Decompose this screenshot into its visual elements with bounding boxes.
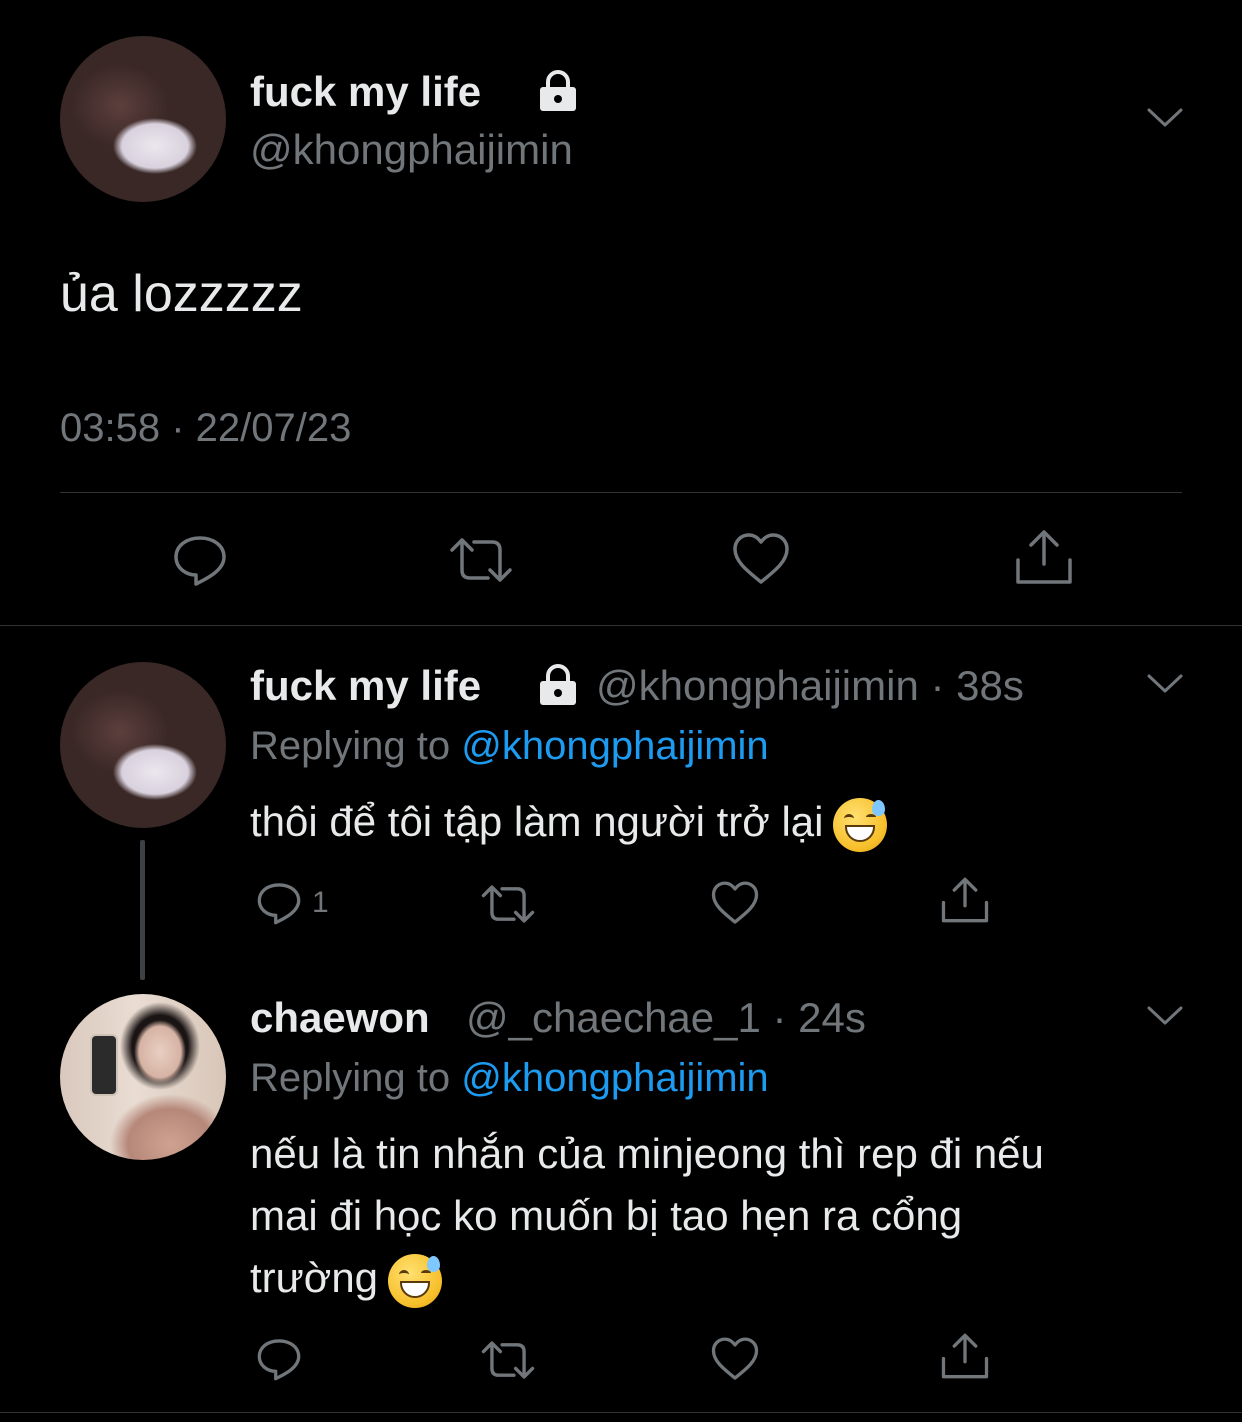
avatar[interactable] (60, 36, 226, 202)
replying-to-label: Replying to (250, 1056, 462, 1100)
share-button[interactable] (1014, 528, 1074, 586)
tweet-timestamp[interactable]: 03:58 · 22/07/23 (60, 406, 351, 451)
reply-button[interactable] (256, 1336, 302, 1382)
share-icon (941, 877, 989, 923)
replying-to-label: Replying to (250, 724, 462, 768)
replying-to: Replying to @khongphaijimin (250, 1056, 769, 1101)
retweet-icon (481, 885, 535, 923)
reply-text-line: trường (250, 1254, 379, 1301)
chevron-down-icon[interactable] (1146, 672, 1184, 696)
like-button[interactable] (711, 880, 759, 926)
like-icon (733, 533, 789, 584)
reply-icon (174, 536, 226, 586)
reply-text-line: nếu là tin nhắn của minjeong thì rep đi … (250, 1130, 1044, 1177)
reply-text: thôi để tôi tập làm người trở lại (250, 796, 888, 852)
reply-icon (257, 1339, 301, 1381)
reply-count: 1 (312, 886, 329, 919)
reply-text-line: mai đi học ko muốn bị tao hẹn ra cổng (250, 1192, 963, 1239)
replying-to: Replying to @khongphaijimin (250, 724, 769, 769)
share-icon (1016, 530, 1072, 584)
display-name[interactable]: fuck my life (250, 662, 481, 710)
user-handle-time[interactable]: @_chaechae_1 · 24s (466, 994, 866, 1042)
grinning-sweat-emoji (388, 1253, 443, 1308)
avatar[interactable] (60, 994, 226, 1160)
tweet-text: ủa lozzzzz (60, 265, 303, 323)
retweet-button[interactable] (448, 534, 514, 586)
display-name[interactable]: chaewon (250, 994, 430, 1042)
share-button[interactable] (940, 876, 990, 924)
grinning-sweat-emoji (833, 797, 888, 852)
share-button[interactable] (940, 1332, 990, 1380)
reply-text-content: thôi để tôi tập làm người trở lại (250, 798, 824, 845)
phone-in-photo (90, 1034, 118, 1096)
display-name[interactable]: fuck my life (250, 68, 481, 116)
chevron-down-icon[interactable] (1146, 106, 1184, 130)
reply-text-last-line: trường (250, 1252, 1210, 1308)
retweet-button[interactable] (480, 1338, 536, 1382)
like-icon (711, 1337, 759, 1380)
like-button[interactable] (711, 1336, 759, 1382)
divider (0, 1412, 1242, 1413)
thread-line (140, 840, 145, 980)
retweet-icon (450, 538, 512, 582)
reply-button[interactable]: 1 (256, 880, 329, 926)
avatar[interactable] (60, 662, 226, 828)
reply-text: nếu là tin nhắn của minjeong thì rep đi … (250, 1128, 1210, 1308)
retweet-icon (481, 1341, 535, 1379)
divider (0, 625, 1242, 626)
lock-icon (540, 664, 576, 705)
reply-button[interactable] (172, 532, 228, 588)
like-button[interactable] (732, 532, 790, 586)
like-icon (711, 881, 759, 924)
mention-link[interactable]: @khongphaijimin (461, 1056, 768, 1100)
mention-link[interactable]: @khongphaijimin (461, 724, 768, 768)
divider (60, 492, 1182, 493)
user-handle-time[interactable]: @khongphaijimin · 38s (596, 662, 1024, 710)
share-icon (941, 1333, 989, 1379)
reply-icon (257, 883, 301, 925)
retweet-button[interactable] (480, 882, 536, 926)
lock-icon (540, 70, 576, 111)
user-handle[interactable]: @khongphaijimin (250, 126, 573, 174)
chevron-down-icon[interactable] (1146, 1004, 1184, 1028)
